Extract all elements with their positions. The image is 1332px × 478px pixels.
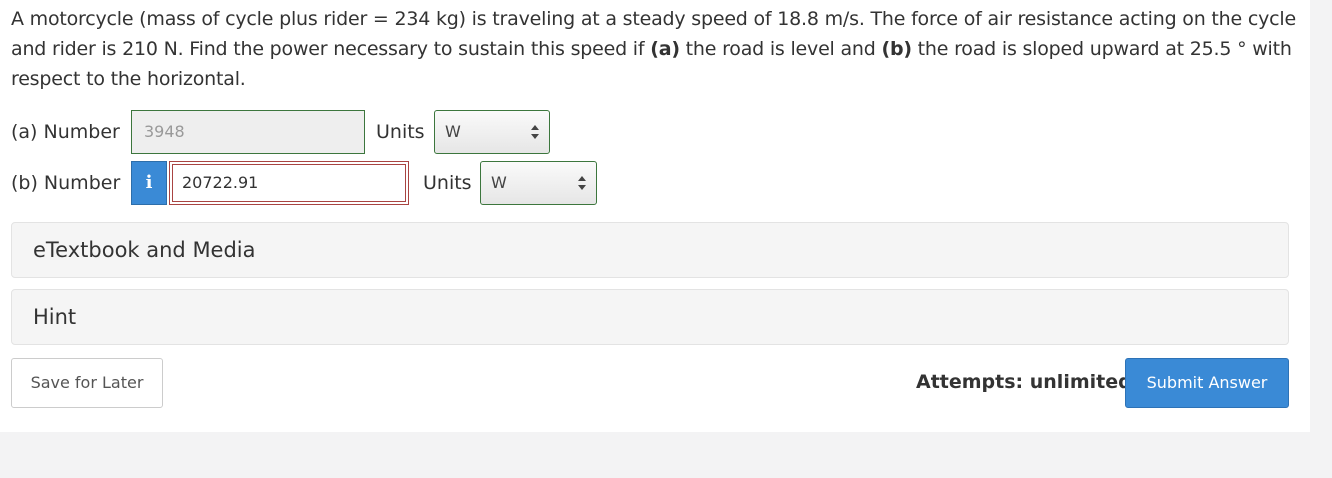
attempts-text: Attempts: unlimited	[916, 371, 1132, 393]
part-a-number-input[interactable]: 3948	[131, 110, 365, 154]
select-updown-icon	[578, 176, 586, 190]
question-text: A motorcycle (mass of cycle plus rider =…	[11, 4, 1296, 94]
part-a-marker: (a)	[650, 38, 680, 60]
part-b-units-select[interactable]: W	[480, 161, 597, 205]
etextbook-media-panel[interactable]: eTextbook and Media	[11, 222, 1289, 278]
hint-panel[interactable]: Hint	[11, 289, 1289, 345]
part-a-units-label: Units	[376, 121, 425, 143]
question-part2: the road is level and	[679, 38, 882, 60]
info-icon: i	[145, 172, 153, 193]
part-a-units-value: W	[445, 122, 461, 141]
part-a-label: (a) Number	[11, 121, 120, 143]
part-a-units-select[interactable]: W	[434, 110, 550, 154]
select-updown-icon	[531, 125, 539, 139]
info-icon-button[interactable]: i	[131, 161, 167, 205]
part-b-marker: (b)	[881, 38, 912, 60]
part-b-label: (b) Number	[11, 172, 121, 194]
etextbook-media-title: eTextbook and Media	[33, 238, 256, 262]
hint-title: Hint	[33, 305, 77, 329]
part-b-units-label: Units	[423, 172, 472, 194]
part-b-units-value: W	[491, 173, 507, 192]
question-card: A motorcycle (mass of cycle plus rider =…	[0, 0, 1310, 432]
part-b-number-input[interactable]: 20722.91	[169, 161, 409, 205]
save-for-later-button[interactable]: Save for Later	[11, 358, 163, 408]
submit-answer-button[interactable]: Submit Answer	[1125, 358, 1289, 408]
